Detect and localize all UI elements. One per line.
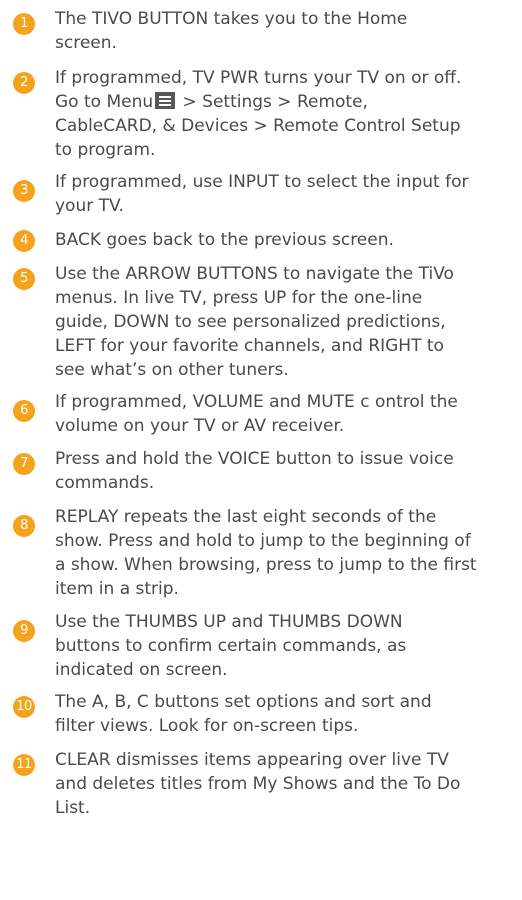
number-badge: 11 <box>13 754 35 776</box>
menu-icon <box>155 92 176 109</box>
item-text: If programmed, TV PWR turns your TV on o… <box>55 66 510 162</box>
item-text: Use the THUMBS UP and THUMBS DOWN button… <box>55 612 407 680</box>
number-badge: 3 <box>13 180 35 202</box>
number-badge: 4 <box>13 230 35 252</box>
number-badge: 7 <box>13 453 35 475</box>
item-text: CLEAR dismisses items appearing over liv… <box>55 750 461 818</box>
number-badge: 10 <box>13 696 35 718</box>
item-text: Use the ARROW BUTTONS to navigate the Ti… <box>55 264 454 380</box>
item-text: BACK goes back to the previous screen. <box>55 230 394 250</box>
number-badge: 5 <box>13 268 35 290</box>
item-text: The TIVO BUTTON takes you to the Home sc… <box>55 9 408 53</box>
item-text: If programmed, VOLUME and MUTE c ontrol … <box>55 392 458 436</box>
number-badge: 1 <box>13 13 35 35</box>
item-text: Press and hold the VOICE button to issue… <box>55 449 454 493</box>
item-text: REPLAY repeats the last eight seconds of… <box>55 507 477 599</box>
number-badge: 9 <box>13 620 35 642</box>
number-badge: 8 <box>13 515 35 537</box>
item-text: If programmed, use INPUT to select the i… <box>55 172 469 216</box>
item-text: The A, B, C buttons set options and sort… <box>55 692 432 736</box>
number-badge: 6 <box>13 400 35 422</box>
number-badge: 2 <box>13 72 35 94</box>
